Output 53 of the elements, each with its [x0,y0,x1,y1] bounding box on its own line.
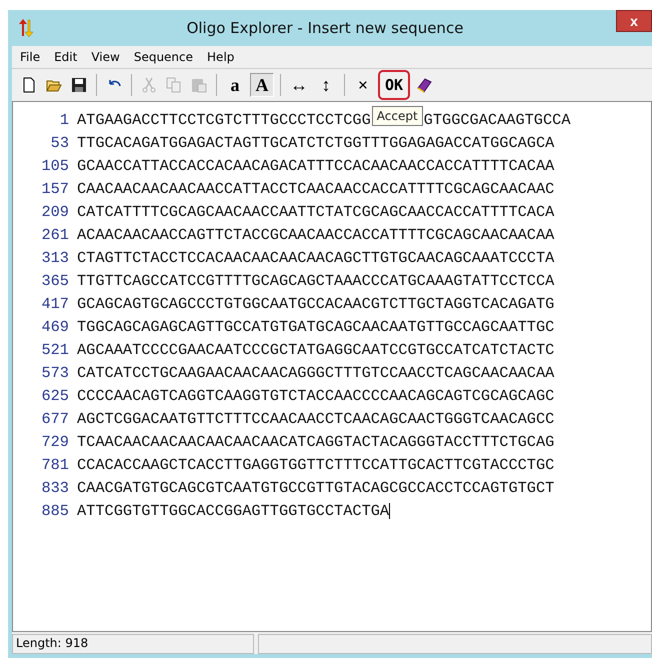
line-number: 781 [40,456,69,474]
line-number: 625 [40,386,69,404]
sequence-text: GTGGCGACAAGTGCCA [424,110,571,128]
line-number: 53 [50,134,69,152]
line-number: 573 [40,364,69,382]
sequence-text: CAACGATGTGCAGCGTCAATGTGCCGTTGTACAGCGCCACCTCCAGTGTGCT [77,478,554,496]
window-title: Oligo Explorer - Insert new sequence [186,19,464,37]
status-length: Length: 918 [12,634,254,654]
arrows-icon [18,18,34,38]
menu-item[interactable]: File [20,50,40,64]
line-number: 209 [40,202,69,220]
menu-item[interactable]: Edit [54,50,78,64]
tooltip: Accept [372,106,423,126]
sequence-text: GCAGCAGTGCAGCCCTGTGGCAATGCCACAACGTCTTGCTAGGTCACAGATG [77,294,554,312]
line-number: 105 [40,156,69,174]
menu-item[interactable]: Sequence [134,50,194,64]
line-number: 677 [40,410,69,428]
sequence-text: AGCTCGGACAATGTTCTTTCCAACAACCTCAACAGCAACTGGGTCAACAGCC [77,410,554,428]
sequence-text: ACAACAACAACCAGTTCTACCGCAACAACCACCATTTTCGCAGCAACAACAA [77,226,554,244]
sequence-text: TTGTTCAGCCATCCGTTTTGCAGCAGCTAAACCCATGCAAAGTATTCCTCCA [77,272,554,290]
toolbar-button[interactable]: × [351,73,375,97]
line-number: 313 [40,248,69,266]
sequence-editor[interactable] [12,101,652,632]
line-number: 1 [58,110,69,128]
line-number: 729 [40,432,69,450]
sequence-text: AGCAAATCCCCGAACAATCCCGCTATGAGGCAATCCGTGCCATCATCTACTC [77,340,554,358]
toolbar-button[interactable]: a [223,73,247,97]
sequence-text: CTAGTTCTACCTCCACAACAACAACAACAGCTTGTGCAACAGCAAATCCCTA [77,248,554,266]
close-button[interactable]: x [616,10,652,32]
line-number: 469 [40,318,69,336]
toolbar-button[interactable]: A [250,73,274,97]
line-number: 833 [40,478,69,496]
sequence-text: CCCCAACAGTCAGGTCAAGGTGTCTACCAACCCCAACAGCAGTCGCAGCAGC [77,386,554,404]
line-number: 521 [40,340,69,358]
line-number: 885 [40,502,69,520]
line-number: 365 [40,272,69,290]
menu-item[interactable]: Help [207,50,234,64]
sequence-text: CATCATCCTGCAAGAACAACAACAGGGCTTTGTCCAACCTCAGCAACAACAA [77,364,554,382]
line-number: 157 [40,180,69,198]
sequence-text: TTGCACAGATGGAGACTAGTTGCATCTCTGGTTTGGAGAGACCATGGCAGCA [77,134,554,152]
line-number: 261 [40,226,69,244]
sequence-text: ATTCGGTGTTGGCACCGGAGTTGGTGCCTACTGA [77,502,390,520]
sequence-text: GCAACCATTACCACCACAACAGACATTTCCACAACAACCACCATTTTCACAA [77,156,554,174]
sequence-text: CATCATTTTCGCAGCAACAACCAATTCTATCGCAGCAACCACCATTTTCACA [77,202,554,220]
toolbar-button[interactable]: ↔ [287,73,311,97]
sequence-text: TCAACAACAACAACAACAACAACATCAGGTACTACAGGGTACCTTTCTGCAG [77,432,554,450]
sequence-text: CCACACCAAGCTCACCTTGAGGTGGTTCTTTCCATTGCACTTCGTACCCTGC [77,456,554,474]
menu-item[interactable]: View [91,50,120,64]
sequence-text: ATGAAGACCTTCCTCGTCTTTGCCCTCCTCGG [77,110,371,128]
sequence-text: TGGCAGCAGAGCAGTTGCCATGTGATGCAGCAACAATGTTGCCAGCAATTGC [77,318,554,336]
toolbar-button[interactable]: ↕ [314,73,338,97]
line-number: 417 [40,294,69,312]
sequence-text: CAACAACAACAACAACCATTACCTCAACAACCACCATTTTCGCAGCAACAAC [77,180,554,198]
